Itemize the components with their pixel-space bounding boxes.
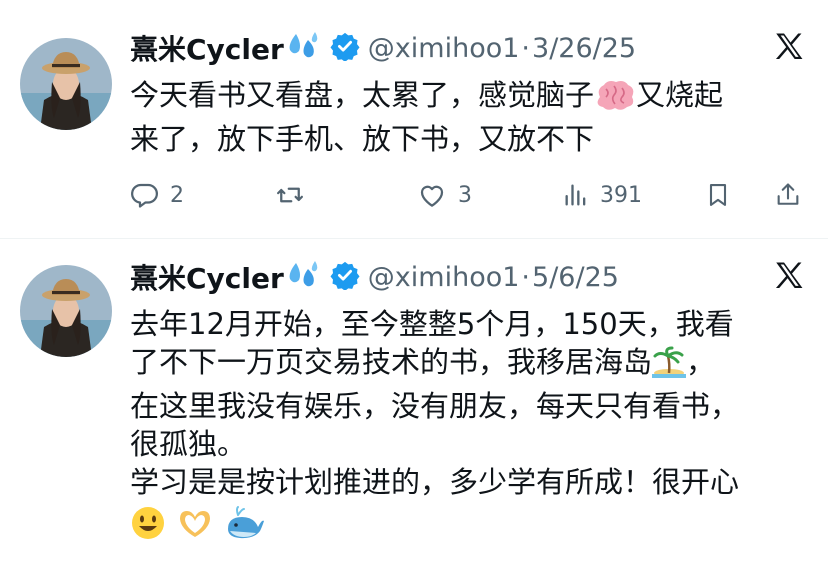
whale-icon bbox=[224, 505, 266, 550]
tweet-1[interactable]: 熹米Cycler @ximihoo1 · 3/26/25 今天看书又看盘，太累了… bbox=[0, 0, 828, 238]
views-icon bbox=[562, 180, 590, 210]
author-name[interactable]: 熹米Cycler bbox=[130, 257, 284, 297]
like-count: 3 bbox=[458, 182, 472, 208]
tweet-text-line: 今天看书又看盘，太累了，感觉脑子 bbox=[130, 78, 595, 112]
sweat-drops-icon bbox=[286, 259, 320, 295]
share-button[interactable] bbox=[774, 175, 802, 215]
tweet-text-line: 来了，放下手机、放下书，又放不下 bbox=[130, 122, 595, 156]
tweet-text-line: 很孤独。 bbox=[130, 427, 247, 461]
author-handle[interactable]: @ximihoo1 bbox=[368, 262, 520, 293]
views-button[interactable]: 391 bbox=[562, 175, 642, 215]
smile-icon bbox=[130, 505, 166, 550]
tweet-text-line: 学习是是按计划推进的，多少学有所成！很开心 bbox=[130, 465, 740, 499]
tweet-header: 熹米Cycler @ximihoo1 · 3/26/25 bbox=[130, 28, 636, 68]
avatar[interactable] bbox=[20, 265, 112, 357]
tweet-actions: 2 3 391 bbox=[130, 175, 810, 215]
tweet-header: 熹米Cycler @ximihoo1 · 5/6/25 bbox=[130, 257, 619, 297]
tweet-date[interactable]: 3/26/25 bbox=[532, 33, 636, 64]
brain-icon bbox=[594, 79, 636, 120]
avatar[interactable] bbox=[20, 38, 112, 130]
reply-button[interactable]: 2 bbox=[130, 175, 184, 215]
tweet-date[interactable]: 5/6/25 bbox=[532, 262, 619, 293]
sweat-drops-icon bbox=[286, 30, 320, 66]
bookmark-icon bbox=[704, 180, 732, 210]
verified-badge-icon bbox=[330, 260, 360, 294]
heart-hands-icon bbox=[175, 505, 215, 550]
tweet-text-line: 了不下一万页交易技术的书，我移居海岛 bbox=[130, 345, 653, 379]
tweet-text-line: 在这里我没有娱乐，没有朋友，每天只有看书， bbox=[130, 389, 740, 423]
repost-icon bbox=[274, 180, 306, 210]
x-logo-icon bbox=[772, 259, 806, 297]
verified-badge-icon bbox=[330, 31, 360, 65]
reply-count: 2 bbox=[170, 182, 184, 208]
like-button[interactable]: 3 bbox=[416, 175, 472, 215]
reply-icon bbox=[130, 180, 160, 210]
separator-dot: · bbox=[521, 32, 531, 64]
tweet-text: 去年12月开始，至今整整5个月，150天，我看 了不下一万页交易技术的书，我移居… bbox=[130, 305, 800, 550]
tweet-2[interactable]: 熹米Cycler @ximihoo1 · 5/6/25 去年12月开始，至今整整… bbox=[0, 239, 828, 580]
separator-dot: · bbox=[521, 261, 531, 293]
bookmark-button[interactable] bbox=[704, 175, 732, 215]
repost-button[interactable] bbox=[274, 175, 306, 215]
x-logo-icon bbox=[772, 30, 806, 68]
share-icon bbox=[774, 180, 802, 210]
author-name[interactable]: 熹米Cycler bbox=[130, 28, 284, 68]
like-icon bbox=[416, 180, 448, 210]
island-icon bbox=[652, 346, 687, 387]
tweet-text: 今天看书又看盘，太累了，感觉脑子 又烧起 来了，放下手机、放下书，又放不下 bbox=[130, 76, 800, 158]
author-handle[interactable]: @ximihoo1 bbox=[368, 33, 520, 64]
views-count: 391 bbox=[600, 182, 642, 208]
tweet-text-line: 又烧起 bbox=[636, 78, 724, 112]
tweet-text-line: 去年12月开始，至今整整5个月，150天，我看 bbox=[130, 307, 734, 341]
tweet-text-line: ， bbox=[686, 345, 716, 379]
